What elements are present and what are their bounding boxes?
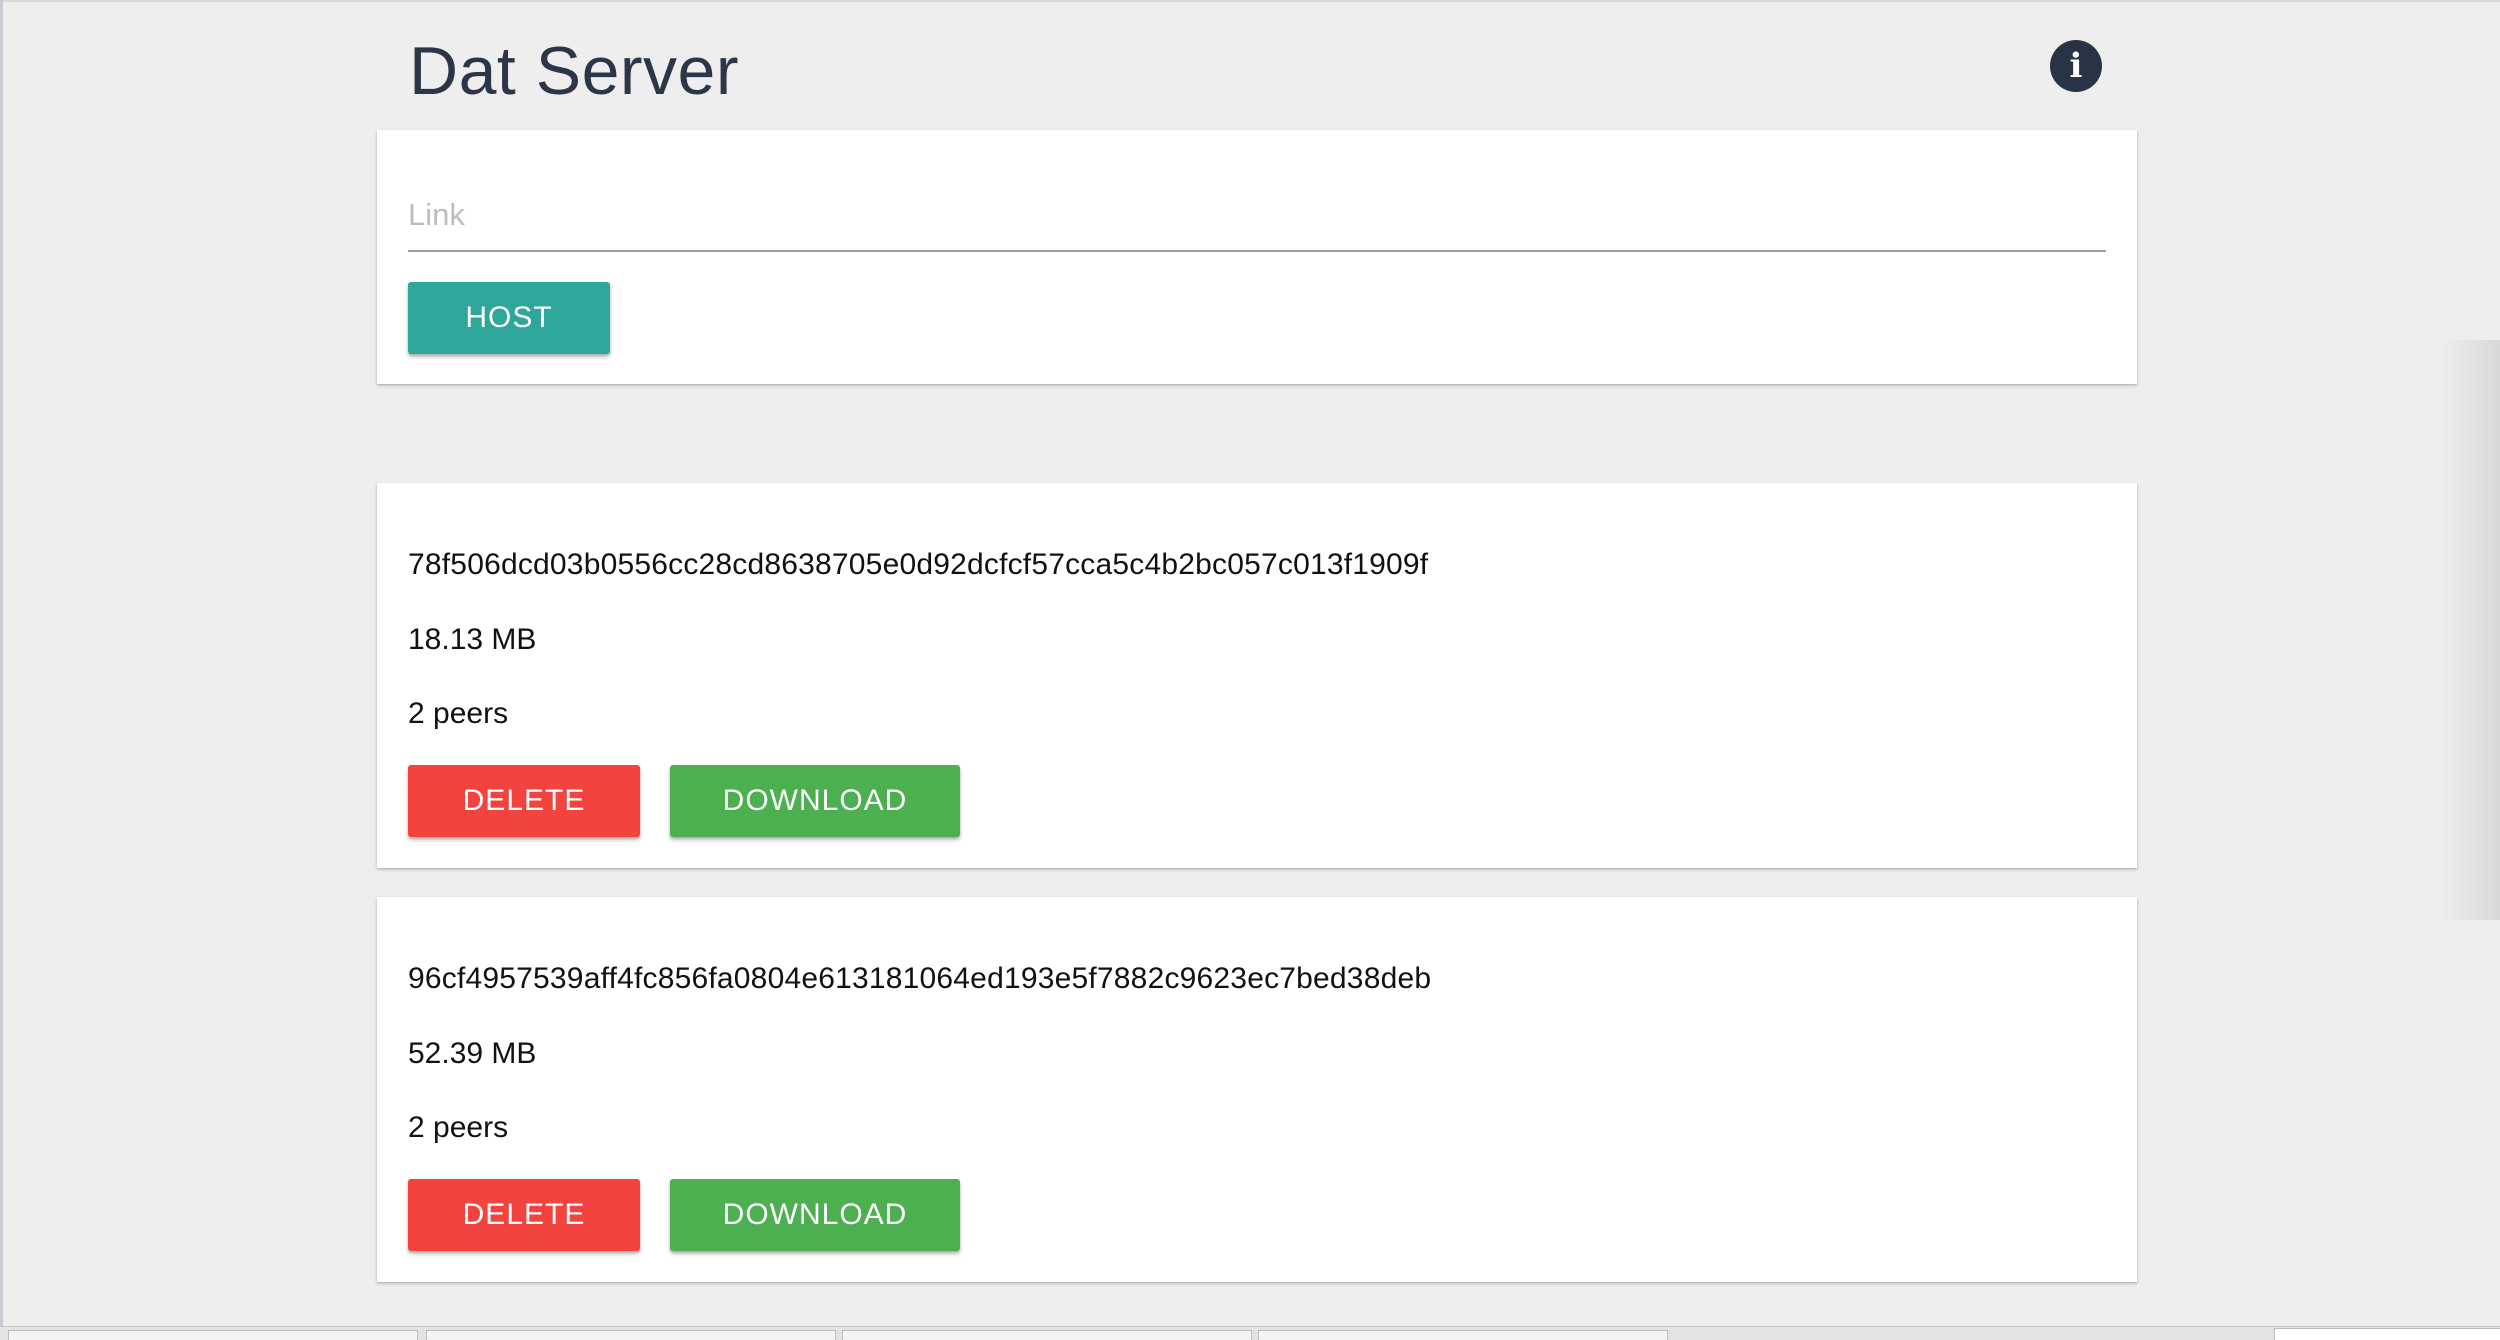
delete-button[interactable]: DELETE [408, 1179, 640, 1251]
archive-peers: 2 peers [408, 697, 509, 730]
download-button[interactable]: DOWNLOAD [670, 1179, 960, 1251]
right-panel-shadow [2440, 340, 2500, 920]
archive-size: 52.39 MB [408, 1037, 537, 1070]
download-button[interactable]: DOWNLOAD [670, 765, 960, 837]
link-input[interactable] [408, 180, 2106, 252]
archive-size: 18.13 MB [408, 623, 537, 656]
archive-card: 78f506dcd03b0556cc28cd8638705e0d92dcfcf5… [377, 483, 2137, 868]
bottom-tab[interactable] [426, 1330, 836, 1340]
host-card: HOST [377, 130, 2137, 384]
bottom-tab[interactable] [842, 1330, 1252, 1340]
archive-key: 78f506dcd03b0556cc28cd8638705e0d92dcfcf5… [408, 548, 1429, 581]
info-icon[interactable]: i [2050, 40, 2102, 92]
host-button[interactable]: HOST [408, 282, 610, 354]
app-page: Dat Server i HOST 78f506dcd03b0556cc28cd… [0, 0, 2500, 1340]
window-left-edge [0, 0, 3, 1340]
bottom-tab[interactable] [8, 1330, 418, 1340]
delete-button[interactable]: DELETE [408, 765, 640, 837]
archive-key: 96cf4957539aff4fc856fa0804e613181064ed19… [408, 962, 1432, 995]
info-glyph: i [2069, 46, 2083, 86]
window-top-edge [0, 0, 2500, 2]
page-title: Dat Server [409, 33, 739, 109]
bottom-tab[interactable] [1258, 1330, 1668, 1340]
bottom-status-box [2274, 1328, 2500, 1340]
archive-peers: 2 peers [408, 1111, 509, 1144]
archive-card: 96cf4957539aff4fc856fa0804e613181064ed19… [377, 897, 2137, 1282]
